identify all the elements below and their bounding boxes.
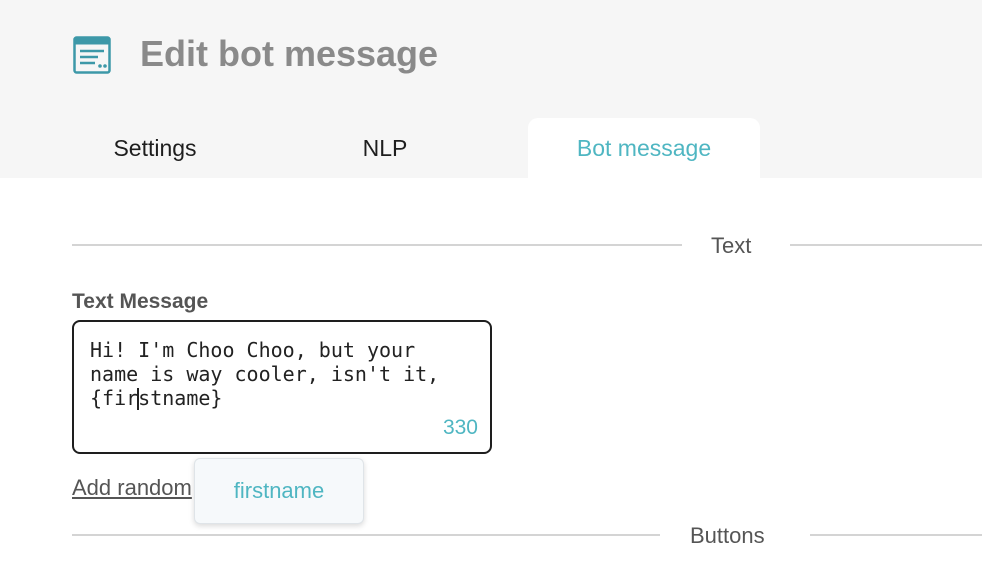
page-title: Edit bot message	[140, 33, 439, 74]
section-title-buttons: Buttons	[690, 523, 765, 548]
variable-suggestion-popup: firstname	[194, 458, 364, 524]
tab-nlp[interactable]: NLP	[300, 118, 470, 178]
add-random-message-link[interactable]: Add random	[72, 474, 196, 502]
text-message-label: Text Message	[72, 290, 209, 313]
section-divider-right	[790, 244, 982, 246]
message-panel-icon	[73, 36, 111, 74]
section-divider-left	[72, 534, 660, 536]
section-title-text: Text	[711, 233, 752, 258]
section-divider-left	[72, 244, 682, 246]
tab-settings[interactable]: Settings	[72, 118, 238, 178]
section-divider-right	[810, 534, 982, 536]
text-message-value[interactable]: Hi! I'm Choo Choo, but your name is way …	[90, 338, 470, 410]
suggestion-item-firstname[interactable]: firstname	[195, 459, 363, 523]
character-count: 330	[442, 416, 478, 439]
text-cursor	[137, 388, 139, 410]
page-header: Edit bot message Settings NLP Bot messag…	[0, 0, 982, 178]
tab-bot-message[interactable]: Bot message	[528, 118, 760, 178]
text-message-field[interactable]: Hi! I'm Choo Choo, but your name is way …	[72, 320, 492, 454]
